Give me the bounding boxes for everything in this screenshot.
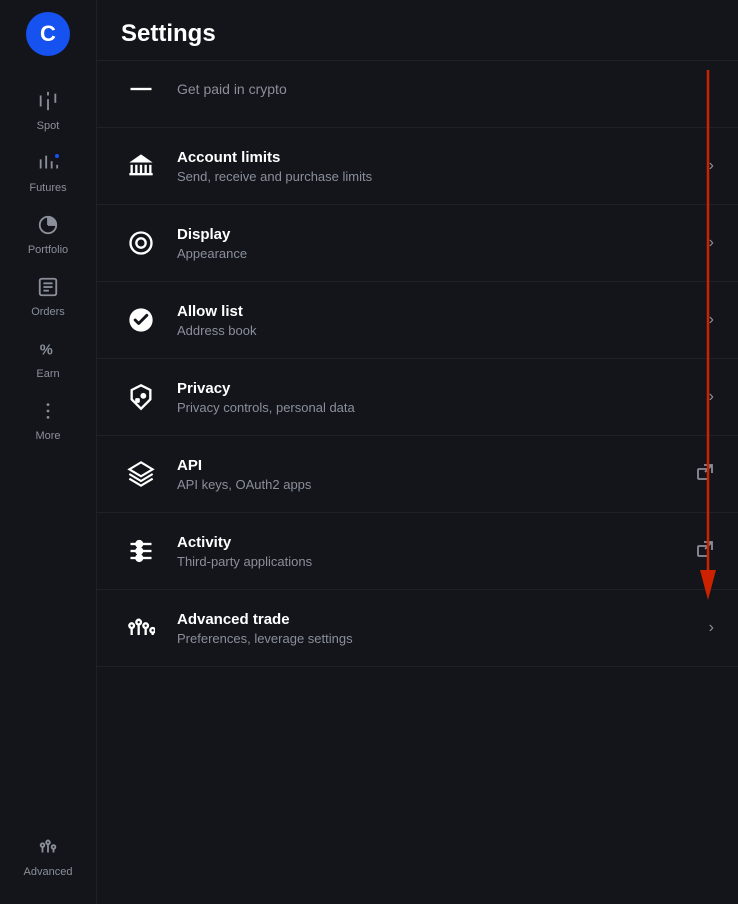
more-icon xyxy=(37,400,59,426)
advanced-icon xyxy=(37,836,59,862)
activity-external-icon xyxy=(696,540,714,563)
advanced-trade-text: Advanced trade Preferences, leverage set… xyxy=(177,611,701,646)
earn-icon: % xyxy=(37,338,59,364)
account-limits-icon xyxy=(121,146,161,186)
sidebar-label-advanced: Advanced xyxy=(24,866,73,878)
settings-item-display[interactable]: Display Appearance › xyxy=(97,205,738,282)
sidebar-bottom: Advanced xyxy=(0,826,96,904)
settings-item-advanced-trade[interactable]: Advanced trade Preferences, leverage set… xyxy=(97,590,738,667)
futures-dot xyxy=(53,152,61,160)
sidebar-label-futures: Futures xyxy=(29,182,66,194)
spot-icon xyxy=(37,90,59,116)
partial-item: Get paid in crypto xyxy=(97,61,738,128)
settings-list: Get paid in crypto Account limits xyxy=(97,61,738,904)
display-text: Display Appearance xyxy=(177,226,701,261)
api-external-icon xyxy=(696,463,714,486)
activity-icon xyxy=(121,531,161,571)
allow-list-chevron: › xyxy=(709,311,714,329)
sidebar-item-more[interactable]: More xyxy=(0,390,96,452)
sidebar-item-orders[interactable]: Orders xyxy=(0,266,96,328)
sidebar-item-earn[interactable]: % Earn xyxy=(0,328,96,390)
sidebar-label-more: More xyxy=(35,430,60,442)
orders-icon xyxy=(37,276,59,302)
display-chevron: › xyxy=(709,234,714,252)
sidebar-label-earn: Earn xyxy=(36,368,59,380)
sidebar-item-futures[interactable]: Futures xyxy=(0,142,96,204)
allow-list-text: Allow list Address book xyxy=(177,303,701,338)
partial-text: Get paid in crypto xyxy=(177,81,714,97)
advanced-trade-icon xyxy=(121,608,161,648)
privacy-icon xyxy=(121,377,161,417)
allow-list-icon xyxy=(121,300,161,340)
settings-item-api[interactable]: API API keys, OAuth2 apps xyxy=(97,436,738,513)
settings-item-privacy[interactable]: Privacy Privacy controls, personal data … xyxy=(97,359,738,436)
sidebar-label-orders: Orders xyxy=(31,306,65,318)
portfolio-icon xyxy=(37,214,59,240)
sidebar: C Spot Futures xyxy=(0,0,97,904)
app-logo[interactable]: C xyxy=(26,12,70,56)
sidebar-item-advanced[interactable]: Advanced xyxy=(0,826,96,888)
svg-text:%: % xyxy=(40,343,53,359)
account-limits-text: Account limits Send, receive and purchas… xyxy=(177,149,701,184)
api-text: API API keys, OAuth2 apps xyxy=(177,457,688,492)
settings-item-activity[interactable]: Activity Third-party applications xyxy=(97,513,738,590)
api-icon xyxy=(121,454,161,494)
privacy-chevron: › xyxy=(709,388,714,406)
account-limits-chevron: › xyxy=(709,157,714,175)
settings-item-account-limits[interactable]: Account limits Send, receive and purchas… xyxy=(97,128,738,205)
page-header: Settings xyxy=(97,0,738,61)
activity-text: Activity Third-party applications xyxy=(177,534,688,569)
page-title: Settings xyxy=(121,20,714,48)
privacy-text: Privacy Privacy controls, personal data xyxy=(177,380,701,415)
main-content: Settings Get paid in crypto xyxy=(97,0,738,904)
futures-icon xyxy=(37,152,59,178)
sidebar-label-portfolio: Portfolio xyxy=(28,244,68,256)
display-icon xyxy=(121,223,161,263)
sidebar-label-spot: Spot xyxy=(37,120,60,132)
sidebar-item-spot[interactable]: Spot xyxy=(0,80,96,142)
partial-icon xyxy=(121,69,161,109)
sidebar-item-portfolio[interactable]: Portfolio xyxy=(0,204,96,266)
advanced-trade-chevron: › xyxy=(709,619,714,637)
settings-item-allow-list[interactable]: Allow list Address book › xyxy=(97,282,738,359)
